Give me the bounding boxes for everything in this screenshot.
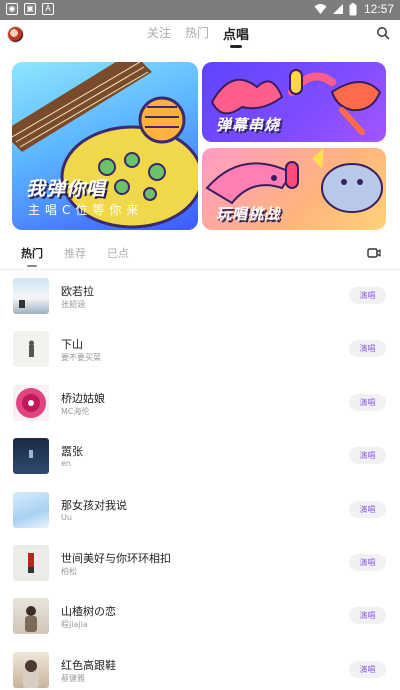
song-title: 嚣张: [61, 445, 83, 459]
song-list: 欧若拉 张韶涵 演唱 下山 要不要买菜 演唱 桥边姑娘 MC海伦 演唱 嚣张 e…: [0, 270, 400, 690]
song-cover: [13, 544, 49, 581]
song-cover: [13, 491, 49, 528]
signal-icon: [332, 4, 343, 14]
song-row[interactable]: 欧若拉 张韶涵 演唱: [0, 270, 400, 323]
top-tab-bar: 关注 热门 点唱: [147, 24, 249, 48]
song-row[interactable]: 嚣张 en 演唱: [0, 430, 400, 483]
song-artist: en: [61, 459, 71, 469]
banner-bottom-right-title: 玩唱挑战: [216, 205, 281, 223]
sing-button[interactable]: 演唱: [349, 447, 386, 465]
song-artist: MC海伦: [61, 406, 90, 416]
song-artist: 张韶涵: [61, 300, 85, 309]
song-artist: 程jiajia: [61, 620, 88, 630]
sing-button[interactable]: 演唱: [349, 660, 386, 678]
song-row[interactable]: 世间美好与你环环相扣 柏松 演唱: [0, 537, 400, 590]
wifi-icon: [314, 4, 327, 14]
song-title: 欧若拉: [61, 285, 94, 298]
android-icon: ◉: [6, 3, 18, 15]
song-cover: [13, 438, 49, 475]
top-header: 关注 热门 点唱: [0, 20, 400, 48]
sing-button[interactable]: 演唱: [349, 340, 386, 358]
banner-main-subtitle: 主唱C位等你来: [28, 203, 144, 217]
notification-icon: ▣: [24, 3, 36, 15]
song-row[interactable]: 那女孩对我说 Uu 演唱: [0, 484, 400, 537]
sing-button[interactable]: 演唱: [349, 393, 386, 411]
song-title: 红色高跟鞋: [61, 658, 116, 672]
sing-button[interactable]: 演唱: [349, 607, 386, 625]
song-title: 那女孩对我说: [61, 498, 127, 512]
tab-hot[interactable]: 热门: [185, 24, 209, 48]
banner-main-title: 我弹你唱: [26, 178, 107, 200]
song-cover: [13, 331, 49, 368]
status-bar: ◉ ▣ A 12:57: [0, 0, 400, 20]
banner-top-right-title: 弹幕串烧: [216, 116, 281, 134]
song-row[interactable]: 山楂树の恋 程jiajia 演唱: [0, 590, 400, 643]
banner-i-play-you-sing[interactable]: 我弹你唱 主唱C位等你来: [12, 62, 198, 230]
song-title: 世间美好与你环环相扣: [61, 551, 171, 565]
sing-button[interactable]: 演唱: [349, 287, 386, 304]
song-title: 山楂树の恋: [61, 605, 116, 619]
battery-icon: [349, 2, 357, 15]
song-cover: [13, 651, 49, 688]
subtab-hot[interactable]: 热门: [21, 245, 43, 267]
song-artist: 柏松: [61, 566, 77, 576]
song-row[interactable]: 下山 要不要买菜 演唱: [0, 323, 400, 376]
banner-sing-challenge[interactable]: 玩唱挑战: [202, 148, 386, 230]
song-artist: 蔡健雅: [61, 673, 85, 683]
subtab-recommend[interactable]: 推荐: [64, 245, 86, 267]
sing-button[interactable]: 演唱: [349, 553, 386, 571]
song-artist: Uu: [61, 512, 72, 522]
song-row[interactable]: 桥边姑娘 MC海伦 演唱: [0, 377, 400, 430]
tab-request-song[interactable]: 点唱: [223, 24, 249, 48]
text-icon: A: [42, 3, 54, 15]
song-title: 桥边姑娘: [61, 391, 105, 405]
sing-button[interactable]: 演唱: [349, 500, 386, 518]
song-cover: [13, 598, 49, 635]
clock: 12:57: [363, 2, 394, 16]
avatar[interactable]: [7, 26, 24, 43]
banner-danmaku-medley[interactable]: 弹幕串烧: [202, 62, 386, 142]
song-title: 下山: [61, 338, 83, 352]
song-artist: 要不要买菜: [61, 353, 101, 363]
tab-follow[interactable]: 关注: [147, 24, 171, 48]
song-cover: [13, 384, 49, 421]
song-cover: [13, 278, 49, 314]
search-icon[interactable]: [376, 26, 390, 40]
song-row[interactable]: 红色高跟鞋 蔡健雅 演唱: [0, 644, 400, 690]
subtab-requested[interactable]: 已点: [107, 245, 129, 267]
song-sub-tabs: 热门 推荐 已点: [21, 245, 129, 267]
record-icon[interactable]: [367, 246, 381, 260]
